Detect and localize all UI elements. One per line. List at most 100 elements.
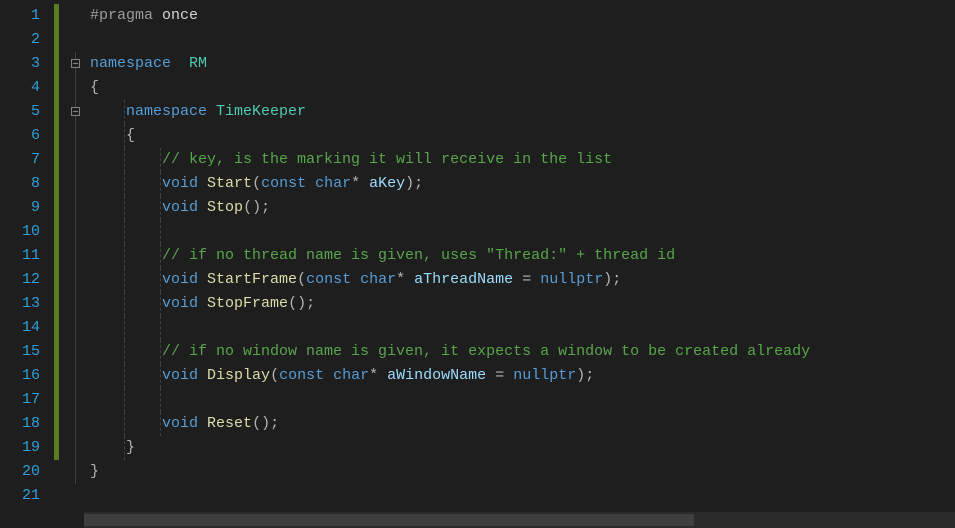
change-marker bbox=[50, 484, 70, 508]
change-marker bbox=[50, 196, 70, 220]
code-line[interactable]: namespace TimeKeeper bbox=[84, 100, 955, 124]
code-line[interactable]: void Start(const char* aKey); bbox=[84, 172, 955, 196]
line-number: 2 bbox=[0, 28, 40, 52]
brace-close: } bbox=[90, 463, 99, 480]
keyword-void: void bbox=[162, 199, 198, 216]
comment: // if no window name is given, it expect… bbox=[162, 343, 810, 360]
line-number: 19 bbox=[0, 436, 40, 460]
brace-open: { bbox=[90, 79, 99, 96]
param-name: aKey bbox=[369, 175, 405, 192]
keyword-namespace: namespace bbox=[126, 103, 207, 120]
line-number: 18 bbox=[0, 412, 40, 436]
change-marker bbox=[50, 172, 70, 196]
horizontal-scrollbar[interactable] bbox=[84, 512, 955, 528]
code-line[interactable] bbox=[84, 316, 955, 340]
code-line[interactable]: // if no window name is given, it expect… bbox=[84, 340, 955, 364]
line-number: 21 bbox=[0, 484, 40, 508]
fold-cell bbox=[70, 484, 84, 508]
function-name: Stop bbox=[207, 199, 243, 216]
code-area[interactable]: #pragma once namespace RM { namespace Ti… bbox=[84, 0, 955, 528]
change-marker bbox=[50, 268, 70, 292]
change-marker bbox=[50, 100, 70, 124]
namespace-name: TimeKeeper bbox=[216, 103, 306, 120]
keyword-void: void bbox=[162, 415, 198, 432]
equals: = bbox=[513, 271, 540, 288]
pointer-star: * bbox=[396, 271, 405, 288]
keyword-char: char bbox=[333, 367, 369, 384]
equals: = bbox=[486, 367, 513, 384]
line-number-gutter: 123456789101112131415161718192021 bbox=[0, 0, 50, 528]
keyword-nullptr: nullptr bbox=[513, 367, 576, 384]
pointer-star: * bbox=[351, 175, 360, 192]
code-line[interactable]: void StopFrame(); bbox=[84, 292, 955, 316]
function-name: StopFrame bbox=[207, 295, 288, 312]
code-line[interactable]: void Display(const char* aWindowName = n… bbox=[84, 364, 955, 388]
code-line[interactable]: { bbox=[84, 76, 955, 100]
change-marker bbox=[50, 28, 70, 52]
keyword-char: char bbox=[360, 271, 396, 288]
code-line[interactable] bbox=[84, 484, 955, 508]
code-line[interactable]: // if no thread name is given, uses "Thr… bbox=[84, 244, 955, 268]
code-line[interactable]: void Stop(); bbox=[84, 196, 955, 220]
fold-cell bbox=[70, 292, 84, 316]
code-line[interactable]: void Reset(); bbox=[84, 412, 955, 436]
fold-cell bbox=[70, 196, 84, 220]
change-marker bbox=[50, 292, 70, 316]
fold-toggle-icon[interactable] bbox=[71, 107, 80, 116]
code-line[interactable]: namespace RM bbox=[84, 52, 955, 76]
change-marker bbox=[50, 340, 70, 364]
brace-open: { bbox=[126, 127, 135, 144]
code-line[interactable]: void StartFrame(const char* aThreadName … bbox=[84, 268, 955, 292]
fold-cell bbox=[70, 52, 84, 76]
paren-open: ( bbox=[297, 271, 306, 288]
line-number: 6 bbox=[0, 124, 40, 148]
code-line[interactable]: } bbox=[84, 460, 955, 484]
code-line[interactable]: } bbox=[84, 436, 955, 460]
code-line[interactable] bbox=[84, 28, 955, 52]
fold-cell bbox=[70, 172, 84, 196]
line-number: 11 bbox=[0, 244, 40, 268]
fold-cell bbox=[70, 388, 84, 412]
param-name: aThreadName bbox=[414, 271, 513, 288]
paren-close: ); bbox=[603, 271, 621, 288]
line-number: 4 bbox=[0, 76, 40, 100]
fold-toggle-icon[interactable] bbox=[71, 59, 80, 68]
line-number: 3 bbox=[0, 52, 40, 76]
change-marker bbox=[50, 316, 70, 340]
line-number: 20 bbox=[0, 460, 40, 484]
keyword-void: void bbox=[162, 175, 198, 192]
change-marker bbox=[50, 148, 70, 172]
code-line[interactable]: #pragma once bbox=[84, 4, 955, 28]
keyword-namespace: namespace bbox=[90, 55, 171, 72]
fold-cell bbox=[70, 340, 84, 364]
line-number: 7 bbox=[0, 148, 40, 172]
keyword-const: const bbox=[279, 367, 324, 384]
scrollbar-thumb[interactable] bbox=[84, 514, 694, 526]
line-number: 17 bbox=[0, 388, 40, 412]
keyword-const: const bbox=[306, 271, 351, 288]
line-number: 1 bbox=[0, 4, 40, 28]
comment: // if no thread name is given, uses "Thr… bbox=[162, 247, 675, 264]
paren-open: ( bbox=[270, 367, 279, 384]
line-number: 16 bbox=[0, 364, 40, 388]
code-editor[interactable]: 123456789101112131415161718192021 #pragm… bbox=[0, 0, 955, 528]
code-line[interactable] bbox=[84, 220, 955, 244]
paren-close: ); bbox=[405, 175, 423, 192]
comment: // key, is the marking it will receive i… bbox=[162, 151, 612, 168]
fold-cell bbox=[70, 412, 84, 436]
change-marker bbox=[50, 124, 70, 148]
change-marker bbox=[50, 220, 70, 244]
parens: (); bbox=[288, 295, 315, 312]
code-line[interactable] bbox=[84, 388, 955, 412]
change-marker bbox=[50, 388, 70, 412]
paren-close: ); bbox=[576, 367, 594, 384]
line-number: 10 bbox=[0, 220, 40, 244]
fold-cell bbox=[70, 28, 84, 52]
function-name: Display bbox=[207, 367, 270, 384]
line-number: 5 bbox=[0, 100, 40, 124]
fold-cell bbox=[70, 100, 84, 124]
change-marker bbox=[50, 76, 70, 100]
code-line[interactable]: { bbox=[84, 124, 955, 148]
code-line[interactable]: // key, is the marking it will receive i… bbox=[84, 148, 955, 172]
change-marker bbox=[50, 460, 70, 484]
